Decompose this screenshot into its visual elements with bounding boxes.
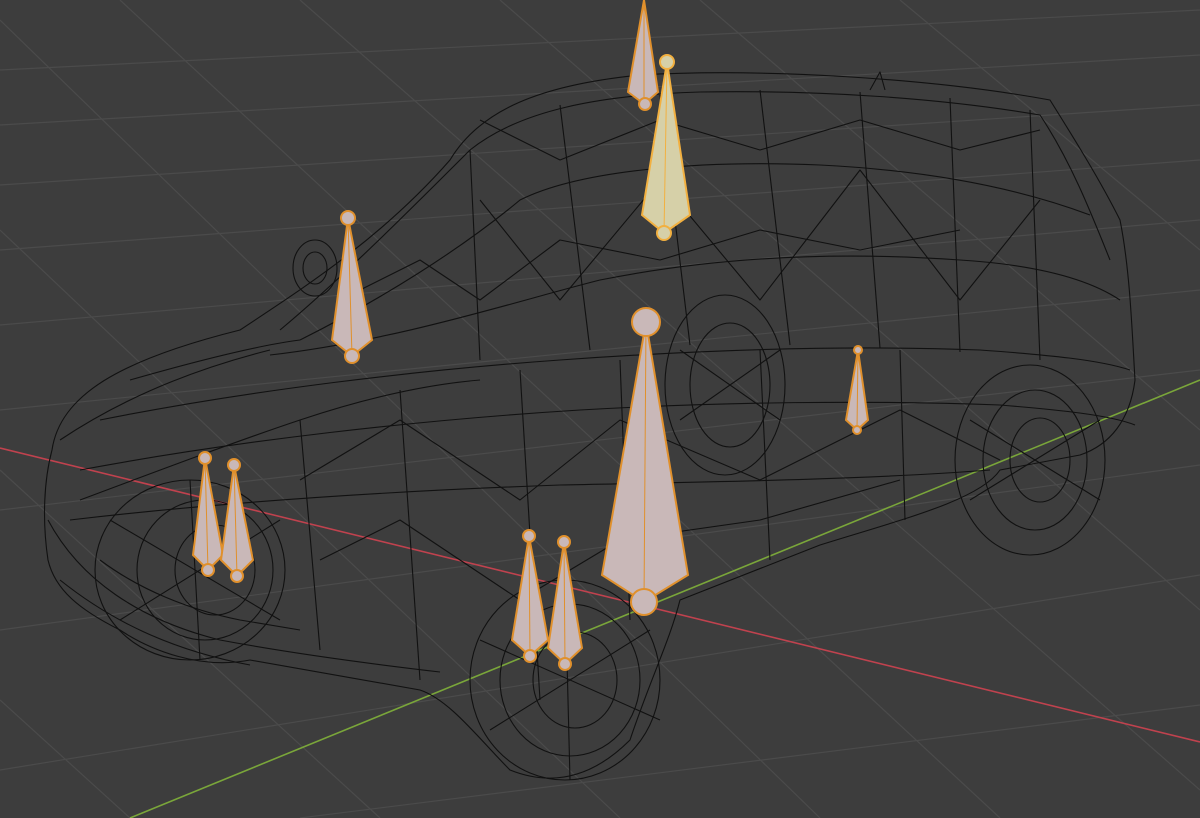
joint-circle[interactable] (558, 657, 572, 671)
joint-circle[interactable] (638, 97, 652, 111)
joint-circle[interactable] (852, 425, 862, 435)
joint-circle[interactable] (659, 54, 675, 70)
viewport-canvas[interactable] (0, 0, 1200, 818)
joint-circle[interactable] (522, 529, 536, 543)
joint-circle[interactable] (631, 307, 661, 337)
joint-circle[interactable] (630, 588, 658, 616)
joint-circle[interactable] (230, 569, 244, 583)
joint-circle[interactable] (198, 451, 212, 465)
3d-viewport[interactable] (0, 0, 1200, 818)
joint-circle[interactable] (557, 535, 571, 549)
joint-circle[interactable] (344, 348, 360, 364)
joint-circle[interactable] (227, 458, 241, 472)
joint-circle[interactable] (340, 210, 356, 226)
joint-circle[interactable] (656, 225, 672, 241)
joint-circle[interactable] (853, 345, 863, 355)
joint-circle[interactable] (523, 649, 537, 663)
joint-circle[interactable] (201, 563, 215, 577)
